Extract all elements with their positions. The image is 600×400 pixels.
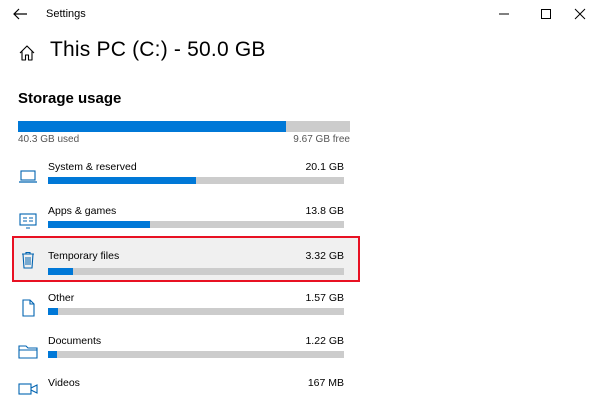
category-usage-bar (48, 308, 344, 315)
category-usage-bar (48, 177, 344, 184)
video-icon (18, 380, 38, 398)
other-file-icon (18, 299, 38, 317)
overall-usage-bar (18, 121, 350, 132)
category-usage-bar (48, 351, 344, 358)
category-row-documents[interactable]: Documents 1.22 GB (12, 330, 360, 372)
free-space-text: 9.67 GB free (293, 134, 350, 145)
section-title: Storage usage (18, 90, 122, 107)
category-usage-fill (48, 177, 196, 184)
app-title: Settings (46, 8, 86, 20)
maximize-icon (541, 9, 551, 19)
category-row-temporary-files[interactable]: Temporary files 3.32 GB (12, 236, 360, 282)
category-usage-fill (48, 308, 59, 315)
apps-icon (18, 212, 38, 230)
page-title: This PC (C:) - 50.0 GB (50, 38, 266, 61)
category-row-other[interactable]: Other 1.57 GB (12, 287, 360, 329)
category-size: 167 MB (307, 377, 344, 389)
category-size: 3.32 GB (305, 250, 344, 262)
close-icon (574, 8, 586, 20)
title-bar: Settings (0, 0, 600, 30)
category-usage-fill (48, 268, 74, 275)
category-usage-bar (48, 221, 344, 228)
category-label: Temporary files (48, 250, 120, 262)
category-size: 1.57 GB (305, 292, 344, 304)
category-label: System & reserved (48, 161, 137, 173)
category-label: Documents (48, 335, 102, 347)
category-row-videos[interactable]: Videos 167 MB (12, 372, 360, 400)
category-label: Videos (48, 377, 80, 389)
category-usage-bar (48, 268, 344, 275)
overall-usage-fill (18, 121, 286, 132)
category-usage-fill (48, 351, 57, 358)
close-button[interactable] (560, 2, 600, 26)
trash-icon (18, 250, 38, 269)
category-usage-fill (48, 221, 151, 228)
minimize-icon (499, 13, 509, 15)
category-label: Other (48, 292, 75, 304)
category-size: 20.1 GB (305, 161, 344, 173)
category-row-system[interactable]: System & reserved 20.1 GB (12, 156, 360, 198)
used-space-text: 40.3 GB used (18, 134, 80, 145)
minimize-button[interactable] (484, 2, 524, 26)
category-label: Apps & games (48, 205, 117, 217)
home-icon[interactable] (18, 44, 36, 62)
arrow-left-icon (13, 8, 27, 20)
laptop-icon (18, 168, 38, 186)
back-button[interactable] (8, 4, 32, 24)
category-size: 13.8 GB (305, 205, 344, 217)
category-size: 1.22 GB (305, 335, 344, 347)
folder-icon (18, 342, 38, 360)
